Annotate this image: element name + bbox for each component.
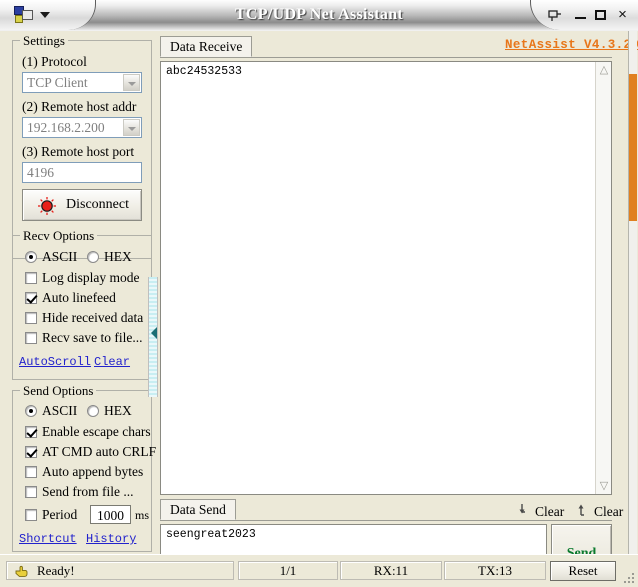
remote-host-value: 192.168.2.200 xyxy=(27,120,105,135)
receive-content: abc24532533 xyxy=(166,65,591,79)
chevron-up-icon[interactable]: △ xyxy=(596,62,612,78)
remote-host-select[interactable]: 192.168.2.200 xyxy=(22,117,142,138)
settings-legend: Settings xyxy=(20,33,68,49)
chevron-down-icon[interactable]: ▽ xyxy=(596,478,612,494)
recv-ascii-label: ASCII xyxy=(42,249,77,265)
checkbox-box-icon xyxy=(25,312,37,324)
send-from-file-label: Send from file ... xyxy=(42,484,133,500)
send-ascii-label: ASCII xyxy=(42,403,77,419)
chevron-down-icon[interactable] xyxy=(123,74,140,91)
maximize-button[interactable] xyxy=(594,8,609,23)
checkbox-box-icon xyxy=(25,292,37,304)
receive-textarea[interactable]: abc24532533 △ ▽ xyxy=(160,61,612,495)
period-unit-label: ms xyxy=(135,508,149,523)
checkbox-box-icon xyxy=(25,466,37,478)
remote-host-label: (2) Remote host addr xyxy=(22,99,136,115)
close-button[interactable]: × xyxy=(615,8,630,23)
send-options-legend: Send Options xyxy=(20,383,96,399)
page-counter: 1/1 xyxy=(238,561,338,580)
send-append-bytes-label: Auto append bytes xyxy=(42,464,143,480)
checkbox-box-icon xyxy=(25,332,37,344)
send-period-label: Period xyxy=(42,507,77,523)
connection-indicator-icon xyxy=(37,196,57,216)
send-escape-chars-label: Enable escape chars xyxy=(42,424,151,440)
window-scrollbar-thumb[interactable] xyxy=(629,74,637,221)
checkbox-box-icon xyxy=(25,509,37,521)
recv-log-display-label: Log display mode xyxy=(42,270,140,286)
receive-scrollbar[interactable]: △ ▽ xyxy=(595,62,611,494)
status-message: Ready! xyxy=(6,561,234,580)
arrow-down-clear-icon[interactable] xyxy=(519,503,532,517)
disconnect-label: Disconnect xyxy=(66,197,129,213)
send-content: seengreat2023 xyxy=(166,528,542,542)
version-label[interactable]: NetAssist V4.3.29 xyxy=(505,38,638,52)
status-message-text: Ready! xyxy=(37,562,75,579)
pin-icon[interactable] xyxy=(546,7,562,23)
recv-hex-label: HEX xyxy=(104,249,132,265)
reset-button[interactable]: Reset xyxy=(550,561,616,581)
remote-port-input[interactable]: 4196 xyxy=(22,162,142,183)
remote-port-label: (3) Remote host port xyxy=(22,144,134,160)
protocol-select[interactable]: TCP Client xyxy=(22,72,142,93)
arrow-up-clear-icon[interactable] xyxy=(578,503,591,517)
app-window: TCP/UDP Net Assistant × Settings (1) Pro… xyxy=(0,0,638,587)
recv-save-file-label: Recv save to file... xyxy=(42,330,142,346)
tab-data-receive[interactable]: Data Receive xyxy=(160,36,252,57)
radio-dot-icon xyxy=(87,251,99,263)
autoscroll-link[interactable]: AutoScroll xyxy=(19,355,91,369)
tab-data-send[interactable]: Data Send xyxy=(160,499,236,520)
period-input[interactable]: 1000 xyxy=(90,505,131,524)
clear-send-link[interactable]: Clear xyxy=(594,504,623,520)
checkbox-box-icon xyxy=(25,426,37,438)
status-bar: Ready! 1/1 RX:11 TX:13 Reset xyxy=(0,554,638,587)
checkbox-box-icon xyxy=(25,272,37,284)
protocol-value: TCP Client xyxy=(27,75,88,90)
disconnect-button[interactable]: Disconnect xyxy=(22,189,142,221)
tx-counter: TX:13 xyxy=(444,561,546,580)
radio-dot-icon xyxy=(87,405,99,417)
clear-receive-link[interactable]: Clear xyxy=(535,504,564,520)
recv-auto-linefeed-label: Auto linefeed xyxy=(42,290,116,306)
radio-dot-icon xyxy=(25,251,37,263)
checkbox-box-icon xyxy=(25,486,37,498)
window-scrollbar[interactable] xyxy=(628,31,637,555)
send-hex-label: HEX xyxy=(104,403,132,419)
resize-grip-icon[interactable] xyxy=(622,571,636,585)
client-area: Settings (1) Protocol TCP Client (2) Rem… xyxy=(0,31,638,555)
minimize-button[interactable] xyxy=(573,8,588,23)
chevron-down-icon[interactable] xyxy=(123,119,140,136)
checkbox-box-icon xyxy=(25,446,37,458)
recv-hide-data-label: Hide received data xyxy=(42,310,143,326)
send-at-crlf-label: AT CMD auto CRLF xyxy=(42,444,156,460)
recv-options-legend: Recv Options xyxy=(20,228,97,244)
hand-pointer-icon xyxy=(14,564,29,578)
title-bar: TCP/UDP Net Assistant × xyxy=(0,0,638,32)
shortcut-link[interactable]: Shortcut xyxy=(19,532,77,546)
history-link[interactable]: History xyxy=(86,532,136,546)
recv-clear-link[interactable]: Clear xyxy=(94,355,130,369)
protocol-label: (1) Protocol xyxy=(22,54,87,70)
chevron-left-icon xyxy=(151,327,157,339)
radio-dot-icon xyxy=(25,405,37,417)
panel-splitter[interactable] xyxy=(148,277,158,397)
rx-counter: RX:11 xyxy=(340,561,442,580)
